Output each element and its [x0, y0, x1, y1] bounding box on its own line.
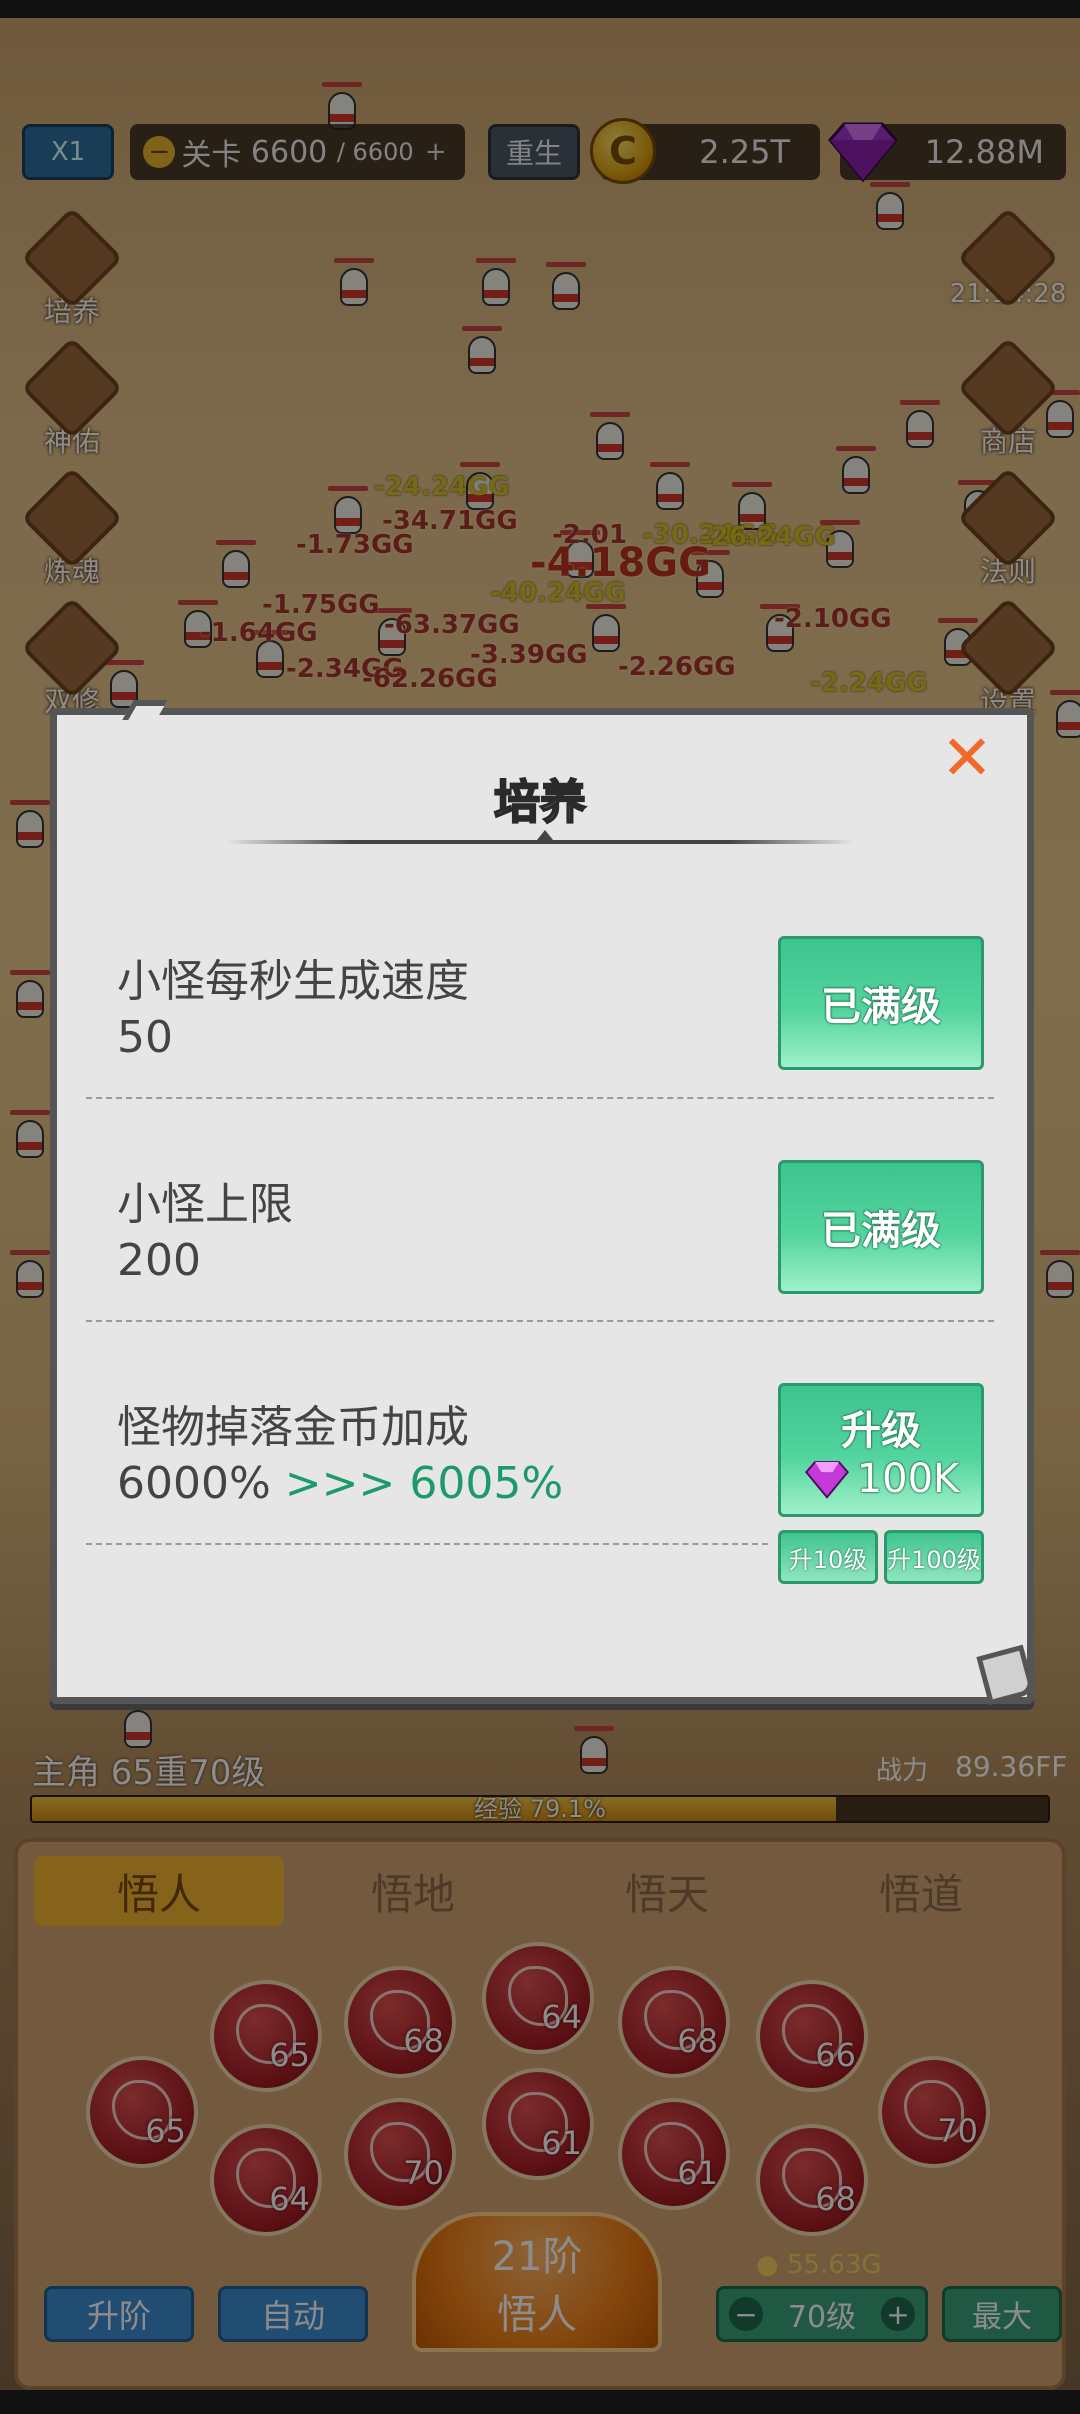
- gold-bonus-current: 6000%: [117, 1458, 271, 1509]
- gold-bonus-label: 怪物掉落金币加成: [117, 1402, 469, 1453]
- gold-bonus-upgrade-button[interactable]: 升级 100K: [778, 1383, 984, 1517]
- upgrade-cost-value: 100K: [856, 1456, 960, 1502]
- upgrade-label: 升级: [841, 1408, 921, 1454]
- row-divider: [86, 1320, 994, 1322]
- spawn-rate-label: 小怪每秒生成速度: [117, 956, 469, 1007]
- monster-cap-label: 小怪上限: [117, 1179, 293, 1230]
- dialog-title: 培养: [493, 774, 587, 830]
- title-divider: [226, 840, 854, 844]
- monster-cap-value: 200: [117, 1235, 201, 1286]
- upgrade-cost: 100K: [803, 1456, 960, 1502]
- monster-cap-maxed-button: 已满级: [778, 1160, 984, 1294]
- status-bar: [0, 0, 1080, 18]
- row-divider: [86, 1097, 994, 1099]
- game-scene: X1 − 关卡 6600 / 6600 + 重生 C 2.25T 12.88M …: [0, 0, 1080, 2414]
- row-divider: [86, 1543, 768, 1545]
- upgrade-arrow: >>>: [284, 1458, 396, 1509]
- upgrade-100-button[interactable]: 升100级: [884, 1530, 984, 1584]
- title-caret-icon: [537, 830, 553, 840]
- maxed-label: 已满级: [821, 984, 941, 1030]
- gold-bonus-values: 6000% >>> 6005%: [117, 1458, 563, 1509]
- spawn-rate-maxed-button: 已满级: [778, 936, 984, 1070]
- nav-bar: [0, 2390, 1080, 2414]
- maxed-label: 已满级: [821, 1208, 941, 1254]
- spawn-rate-value: 50: [117, 1012, 173, 1063]
- gem-icon: [804, 1461, 849, 1499]
- gold-bonus-next: 6005%: [409, 1458, 564, 1509]
- upgrade-10-button[interactable]: 升10级: [778, 1530, 878, 1584]
